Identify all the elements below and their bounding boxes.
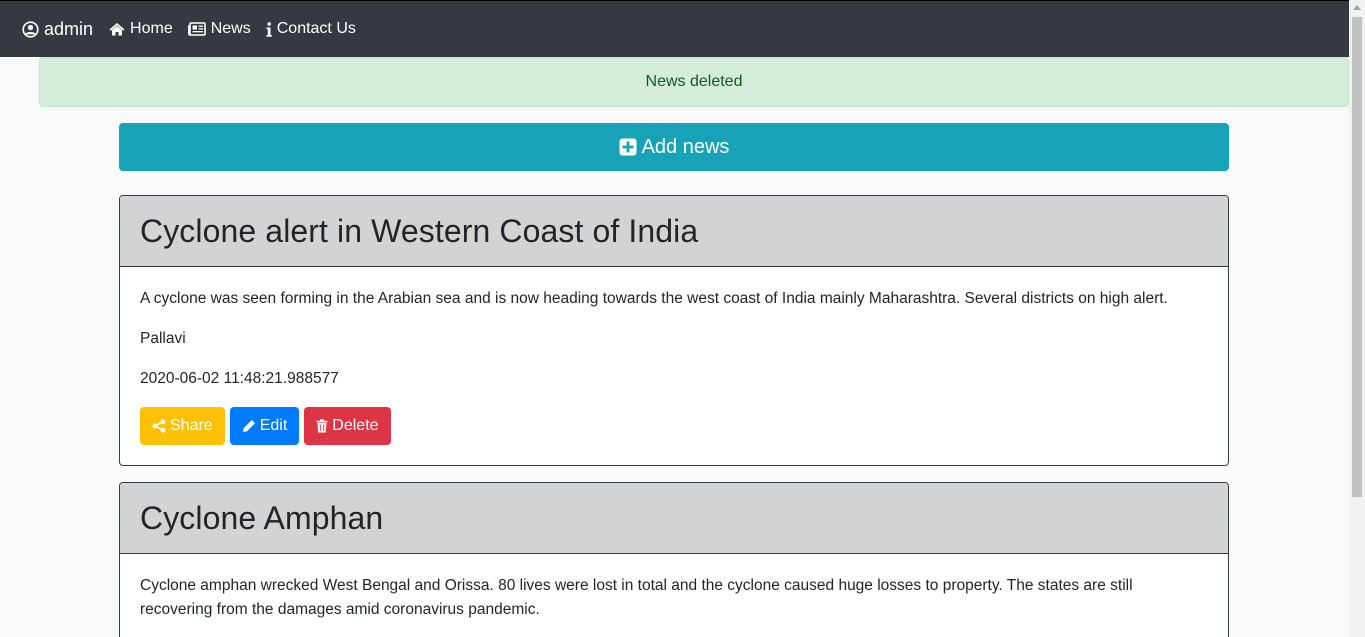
news-card: Cyclone Amphan Cyclone amphan wrecked We…	[119, 482, 1229, 637]
info-icon	[266, 21, 272, 37]
news-timestamp: 2020-06-02 11:48:21.988577	[140, 370, 339, 387]
nav-item-news[interactable]: News	[187, 20, 251, 38]
delete-button[interactable]: Delete	[304, 407, 391, 445]
nav-item-label: News	[210, 20, 251, 37]
news-card-header: Cyclone Amphan	[120, 483, 1228, 554]
nav-item-contact[interactable]: Contact Us	[266, 20, 356, 38]
plus-square-icon	[619, 138, 637, 156]
news-content: A cyclone was seen forming in the Arabia…	[140, 290, 1168, 307]
edit-label: Edit	[259, 417, 288, 434]
alert-message: News deleted	[645, 73, 743, 90]
user-circle-icon	[22, 20, 39, 38]
news-card-body: A cyclone was seen forming in the Arabia…	[120, 267, 1228, 465]
scroll-up-icon[interactable]	[1353, 5, 1361, 10]
nav-user-admin[interactable]: admin	[22, 19, 93, 40]
delete-label: Delete	[332, 417, 379, 434]
news-content: Cyclone amphan wrecked West Bengal and O…	[140, 577, 1133, 618]
news-author: Pallavi	[140, 330, 186, 347]
news-title: Cyclone Amphan	[140, 499, 384, 536]
nav-item-label: Home	[130, 20, 173, 37]
home-icon	[109, 22, 125, 36]
pencil-icon	[242, 419, 256, 433]
scrollbar-thumb[interactable]	[1352, 17, 1362, 497]
nav-item-label: Contact Us	[276, 20, 356, 37]
nav-user-label: admin	[44, 18, 94, 39]
trash-icon	[316, 419, 328, 433]
success-alert: News deleted	[39, 57, 1349, 107]
newspaper-icon	[187, 22, 206, 36]
news-actions: Share Edit Delete	[140, 407, 1208, 445]
news-title: Cyclone alert in Western Coast of India	[140, 212, 699, 249]
news-card-body: Cyclone amphan wrecked West Bengal and O…	[120, 554, 1228, 637]
news-card-header: Cyclone alert in Western Coast of India	[120, 196, 1228, 267]
nav-item-home[interactable]: Home	[109, 20, 173, 38]
add-news-button[interactable]: Add news	[119, 123, 1229, 171]
edit-button[interactable]: Edit	[229, 407, 300, 445]
top-navbar: admin Home News Contact Us	[0, 0, 1349, 57]
share-icon	[152, 419, 166, 433]
news-card: Cyclone alert in Western Coast of India …	[119, 195, 1229, 466]
share-label: Share	[170, 417, 213, 434]
share-button[interactable]: Share	[140, 407, 225, 445]
page-scrollbar[interactable]	[1349, 0, 1365, 637]
add-news-label: Add news	[641, 135, 730, 158]
